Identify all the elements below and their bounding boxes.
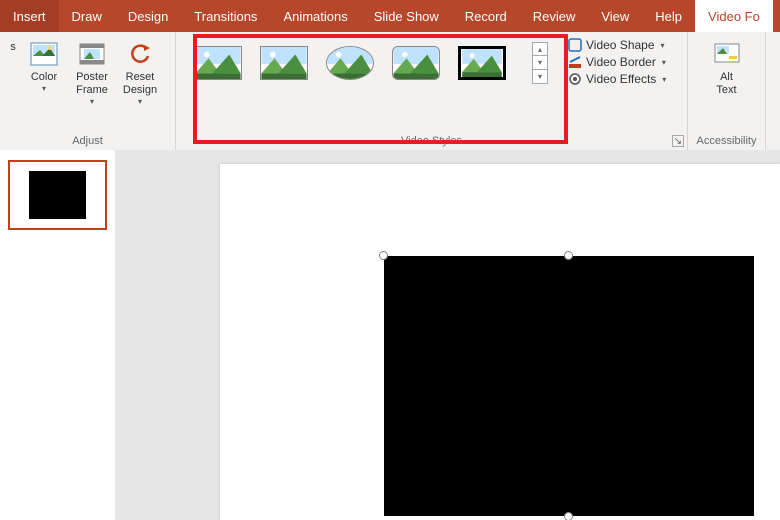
poster-frame-button[interactable]: Poster Frame ▾ [68,36,116,106]
tab-record[interactable]: Record [452,0,520,32]
alt-text-icon [711,39,743,69]
video-styles-gallery: ▴ ▾ ▾ [176,32,564,84]
chevron-down-icon: ▾ [662,75,666,84]
chevron-down-icon: ▾ [662,58,666,67]
color-label: Color [31,71,57,84]
chevron-down-icon: ▾ [90,97,94,106]
color-button[interactable]: Color ▾ [20,36,68,93]
video-border-label: Video Border [586,55,656,69]
chevron-down-icon: ▾ [138,97,142,106]
video-styles-dialog-launcher[interactable]: ↘ [672,135,684,147]
tab-design[interactable]: Design [115,0,181,32]
video-style-option-2[interactable] [260,46,308,80]
chevron-down-icon: ▾ [661,41,665,50]
poster-frame-label: Poster Frame [76,71,108,97]
reset-design-label: Reset Design [123,71,157,97]
group-adjust: s Color ▾ Poster Frame ▾ Reset [0,32,176,150]
selection-handle[interactable] [379,251,388,260]
alt-text-button[interactable]: Alt Text [703,36,751,97]
tab-transitions[interactable]: Transitions [181,0,270,32]
gallery-expand[interactable]: ▾ [532,70,548,84]
picture-icon [28,39,60,69]
border-icon [568,55,582,69]
corrections-label: s [10,41,16,54]
reset-design-button[interactable]: Reset Design ▾ [116,36,164,106]
slide-canvas-area [115,150,780,520]
selection-handle[interactable] [564,251,573,260]
video-style-options: Video Shape ▾ Video Border ▾ Video Effec… [564,32,674,86]
slide[interactable] [220,164,780,520]
accessibility-group-label: Accessibility [688,133,765,150]
effects-icon [568,72,582,86]
selection-handle[interactable] [564,512,573,520]
video-effects-button[interactable]: Video Effects ▾ [568,72,666,86]
gallery-scroll-up[interactable]: ▴ [532,42,548,56]
tab-help[interactable]: Help [642,0,695,32]
filmstrip-icon [76,39,108,69]
gallery-scroll: ▴ ▾ ▾ [532,42,548,84]
slide-thumbnail-1[interactable] [8,160,107,230]
ribbon: s Color ▾ Poster Frame ▾ Reset [0,32,780,150]
slide-thumbnail-panel [0,150,115,520]
tab-insert[interactable]: Insert [0,0,59,32]
alt-text-label: Alt Text [716,71,736,97]
tab-review[interactable]: Review [520,0,589,32]
tab-view[interactable]: View [588,0,642,32]
reset-icon [124,39,156,69]
video-shape-button[interactable]: Video Shape ▾ [568,38,666,52]
editor-area [0,150,780,520]
tab-draw[interactable]: Draw [59,0,115,32]
video-effects-label: Video Effects [586,72,656,86]
chevron-down-icon: ▾ [42,84,46,93]
shape-icon [568,38,582,52]
adjust-group-label: Adjust [0,133,175,150]
tab-video-format[interactable]: Video Fo [695,0,773,32]
tab-slideshow[interactable]: Slide Show [361,0,452,32]
video-style-option-1[interactable] [194,46,242,80]
corrections-button[interactable]: s [6,36,20,54]
ribbon-tabs: Insert Draw Design Transitions Animation… [0,0,780,32]
video-style-option-5[interactable] [458,46,506,80]
video-styles-group-label: Video Styles [176,133,687,150]
gallery-scroll-down[interactable]: ▾ [532,56,548,70]
video-style-option-3[interactable] [326,46,374,80]
group-accessibility: Alt Text Accessibility [688,32,766,150]
video-border-button[interactable]: Video Border ▾ [568,55,666,69]
group-video-styles: ▴ ▾ ▾ Video Shape ▾ Video Border ▾ [176,32,688,150]
tab-animations[interactable]: Animations [270,0,360,32]
group-cut [766,32,780,150]
video-shape-label: Video Shape [586,38,655,52]
video-style-option-4[interactable] [392,46,440,80]
video-object[interactable] [384,256,754,516]
